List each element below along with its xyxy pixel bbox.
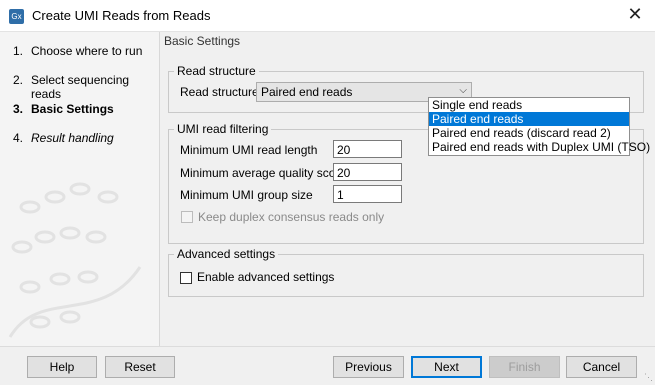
step-basic-settings: 3. Basic Settings [0, 100, 159, 129]
read-structure-options-list: Single end reads Paired end reads Paired… [428, 97, 650, 156]
previous-button[interactable]: Previous [333, 356, 404, 378]
min-avg-quality-label: Minimum average quality score [180, 166, 347, 180]
min-umi-read-length-label: Minimum UMI read length [180, 143, 318, 157]
reset-button[interactable]: Reset [105, 356, 175, 378]
keep-duplex-label: Keep duplex consensus reads only [198, 210, 385, 224]
group-title: UMI read filtering [174, 122, 272, 136]
footer-divider [0, 346, 655, 347]
step-label: Basic Settings [31, 102, 114, 116]
section-header: Basic Settings [164, 34, 241, 48]
title-bar: Gx Create UMI Reads from Reads ✕ [0, 0, 655, 32]
settings-panel: Basic Settings Read structure Read struc… [161, 32, 655, 346]
option-paired-end-discard-read2[interactable]: Paired end reads (discard read 2) [429, 126, 629, 140]
read-structure-label: Read structure [180, 85, 259, 99]
step-label: Choose where to run [31, 44, 143, 58]
option-paired-end[interactable]: Paired end reads [429, 112, 629, 126]
help-button[interactable]: Help [27, 356, 97, 378]
step-choose-where-to-run: 1. Choose where to run [0, 42, 159, 71]
min-umi-group-size-field[interactable]: 1 [333, 185, 402, 203]
advanced-settings-group: Advanced settings Enable advanced settin… [168, 247, 644, 297]
min-umi-group-size-label: Minimum UMI group size [180, 188, 313, 202]
step-number: 3. [13, 102, 24, 116]
enable-advanced-label: Enable advanced settings [197, 270, 335, 284]
next-button[interactable]: Next [411, 356, 482, 378]
step-label: Select sequencing reads [31, 73, 130, 101]
step-list: 1. Choose where to run 2. Select sequenc… [0, 42, 159, 158]
min-avg-quality-field[interactable]: 20 [333, 163, 402, 181]
min-umi-read-length-field[interactable]: 20 [333, 140, 402, 158]
step-number: 2. [13, 73, 24, 87]
option-single-end[interactable]: Single end reads [429, 98, 629, 112]
window-title: Create UMI Reads from Reads [32, 8, 211, 23]
finish-button[interactable]: Finish [489, 356, 560, 378]
cancel-button[interactable]: Cancel [566, 356, 637, 378]
sidebar-watermark-graphic [8, 182, 142, 338]
wizard-steps-sidebar: 1. Choose where to run 2. Select sequenc… [0, 32, 160, 346]
option-paired-end-duplex-umi[interactable]: Paired end reads with Duplex UMI (TSO) [429, 140, 650, 154]
keep-duplex-checkbox[interactable] [181, 211, 193, 223]
close-icon[interactable]: ✕ [625, 4, 645, 25]
step-number: 4. [13, 131, 24, 145]
step-label: Result handling [31, 131, 114, 145]
group-title: Advanced settings [174, 247, 279, 261]
chevron-down-icon: ⌵ [459, 85, 467, 96]
step-select-sequencing-reads: 2. Select sequencing reads [0, 71, 159, 101]
step-number: 1. [13, 44, 24, 58]
group-title: Read structure [174, 64, 259, 78]
enable-advanced-checkbox[interactable] [180, 272, 192, 284]
step-result-handling: 4. Result handling [0, 129, 159, 158]
app-logo-icon: Gx [9, 9, 24, 24]
resize-grip-icon[interactable]: ⋱ [644, 372, 653, 383]
read-structure-value: Paired end reads [261, 85, 353, 99]
